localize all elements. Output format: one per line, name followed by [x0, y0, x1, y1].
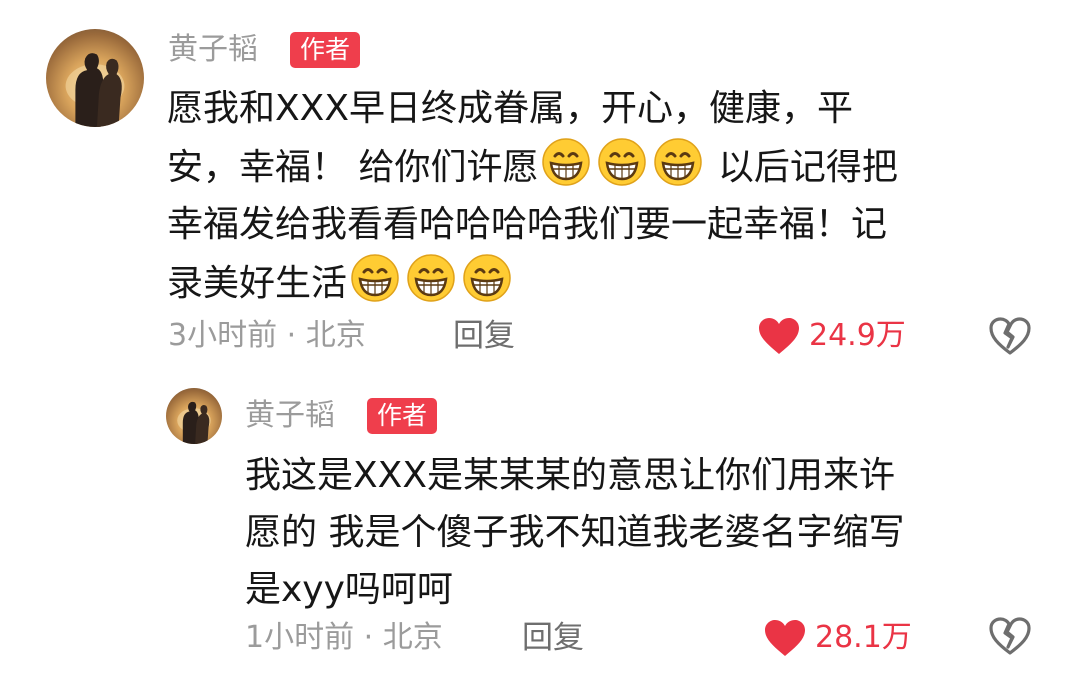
grinning-face-emoji	[406, 253, 456, 303]
comment-line: 幸福发给我看看哈哈哈哈我们要一起幸福！记	[167, 204, 888, 245]
heart-filled-icon	[765, 620, 805, 656]
avatar-couple-silhouette	[65, 53, 125, 127]
author-badge: 作者	[367, 398, 438, 434]
reply-button[interactable]: 回复	[522, 618, 584, 658]
comment-text: 我这是XXX是某某某的意思让你们用来许 愿的 我是个傻子我不知道我老婆名字缩写 …	[245, 447, 1045, 618]
comment-line: 是xyy吗呵呵	[245, 569, 453, 610]
comment-line: 安，幸福！ 给你们许愿 以后记得把	[167, 137, 1027, 196]
grinning-face-emoji	[653, 137, 703, 187]
like-button[interactable]: 24.9万	[757, 316, 906, 356]
avatar[interactable]	[46, 29, 144, 127]
comment-text: 愿我和XXX早日终成眷属，开心，健康，平 安，幸福！ 给你们许愿 以后记得把 幸…	[167, 80, 1027, 312]
like-button[interactable]: 28.1万	[763, 618, 912, 658]
grinning-face-emoji	[462, 253, 512, 303]
broken-heart-icon	[989, 617, 1031, 655]
dislike-button[interactable]	[988, 316, 1032, 356]
time-location: 3小时前 · 北京	[168, 318, 366, 353]
broken-heart-icon	[989, 317, 1031, 355]
avatar-couple-silhouette	[177, 401, 211, 444]
comment-line: 录美好生活	[167, 253, 1027, 312]
comment-line: 我这是XXX是某某某的意思让你们用来许	[245, 455, 895, 496]
dislike-button[interactable]	[988, 616, 1032, 656]
grinning-face-emoji	[597, 137, 647, 187]
heart-filled-icon	[759, 318, 799, 354]
comment-line: 愿我和XXX早日终成眷属，开心，健康，平	[167, 88, 853, 129]
time-location: 1小时前 · 北京	[245, 620, 443, 655]
like-count: 28.1万	[815, 620, 912, 655]
username[interactable]: 黄子韬	[245, 396, 335, 436]
username[interactable]: 黄子韬	[168, 30, 258, 70]
comment-line: 愿的 我是个傻子我不知道我老婆名字缩写	[245, 512, 905, 553]
author-badge: 作者	[290, 32, 361, 68]
grinning-face-emoji	[350, 253, 400, 303]
reply-button[interactable]: 回复	[453, 316, 515, 356]
grinning-face-emoji	[541, 137, 591, 187]
avatar[interactable]	[166, 388, 222, 444]
like-count: 24.9万	[809, 318, 906, 353]
